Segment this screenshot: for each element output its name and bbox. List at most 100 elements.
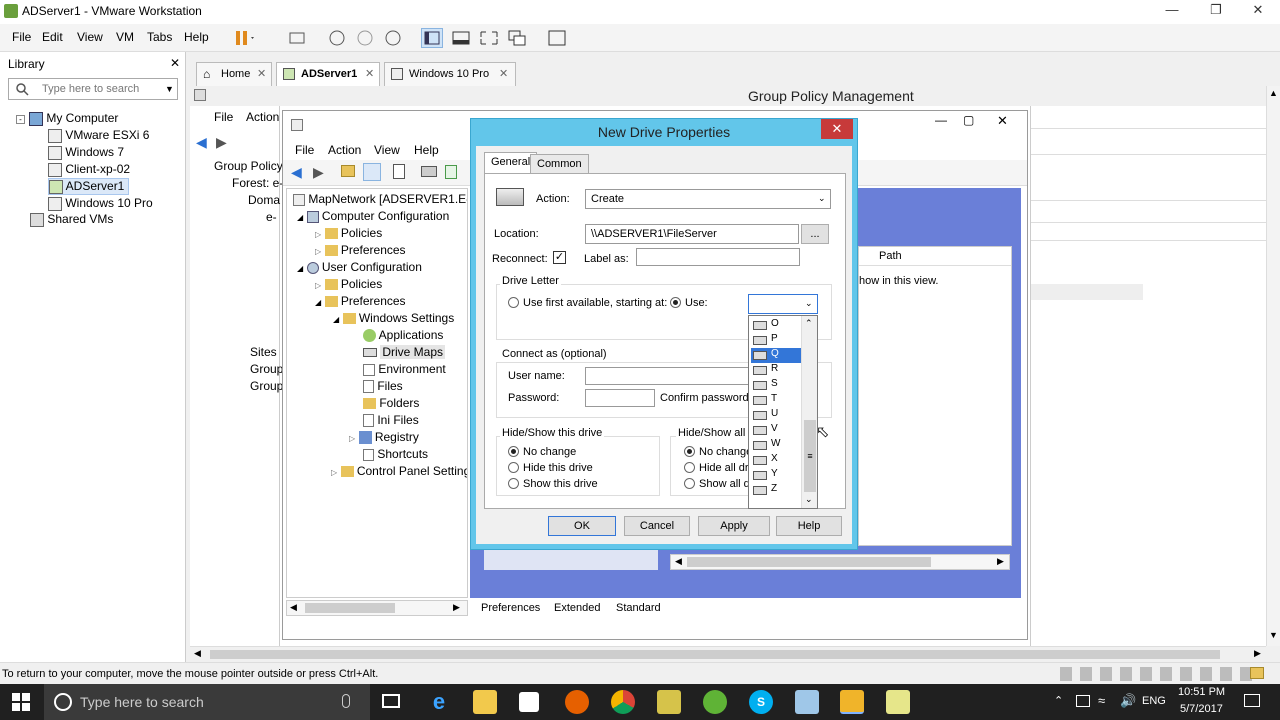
drive-letter-option[interactable]: O (751, 318, 801, 333)
close-button[interactable]: ✕ (1238, 2, 1278, 22)
gpe-tree-item[interactable]: ▷ Preferences (315, 243, 406, 257)
scroll-right-icon[interactable]: ▶ (1254, 648, 1261, 659)
all-no-change-radio[interactable]: No change (684, 446, 752, 458)
drive-letter-dropdown-list[interactable]: O P Q R S T U V W X Y Z ⌃ ≡ ⌄ (748, 315, 818, 509)
network-icon[interactable] (1076, 695, 1090, 707)
tree-item-vm[interactable]: Client-xp-02 (48, 162, 130, 177)
gpm-tree-item[interactable]: e- (266, 210, 277, 224)
chevron-down-icon[interactable]: ▼ (165, 84, 174, 94)
snapshot-icon[interactable] (326, 28, 348, 48)
drive-letter-option[interactable]: Z (751, 483, 801, 498)
gpm-tree-item[interactable]: Sites (250, 345, 277, 359)
up-folder-icon[interactable] (341, 165, 355, 177)
gpe-tree-item[interactable]: Files (363, 379, 403, 394)
menu-edit[interactable]: Edit (42, 30, 63, 44)
list-hscrollbar[interactable]: ◀ ▶ (670, 554, 1010, 570)
gpe-tree-item[interactable]: ◢ Preferences (315, 294, 406, 308)
tree-item-vm[interactable]: Windows 7 (48, 145, 124, 160)
gpm-tree-item[interactable]: Doma (248, 193, 280, 207)
scroll-right-icon[interactable]: ▶ (997, 556, 1004, 567)
collapsed-arrow-icon[interactable]: ▷ (349, 434, 355, 443)
console-view-icon[interactable] (450, 28, 472, 48)
show-tree-icon[interactable] (363, 163, 381, 181)
scroll-up-icon[interactable]: ▲ (1269, 88, 1278, 98)
show-this-drive-radio[interactable]: Show this drive (508, 478, 598, 490)
scroll-left-icon[interactable]: ◀ (194, 648, 201, 659)
print-icon[interactable] (421, 166, 437, 177)
device-icons[interactable] (1060, 667, 1260, 681)
tab-close-icon[interactable]: ✕ (257, 67, 266, 80)
menu-view[interactable]: View (77, 30, 103, 44)
start-windows-icon[interactable] (12, 693, 30, 714)
drive-letter-option[interactable]: S (751, 378, 801, 393)
unity-icon[interactable] (506, 28, 528, 48)
restore-button[interactable]: ❐ (1196, 2, 1236, 22)
clock-date[interactable]: 5/7/2017 (1180, 703, 1223, 715)
gpe-tree-item[interactable]: Ini Files (363, 413, 419, 428)
menu-tabs[interactable]: Tabs (147, 30, 172, 44)
drive-letter-option-selected[interactable]: Q (751, 348, 801, 363)
hide-this-drive-radio[interactable]: Hide this drive (508, 462, 593, 474)
gpe-menu-help[interactable]: Help (414, 143, 439, 157)
gpe-tree-item[interactable]: ◢ User Configuration (297, 260, 422, 274)
scroll-thumb[interactable]: ≡ (804, 420, 816, 492)
drive-letter-option[interactable]: P (751, 333, 801, 348)
tab-standard[interactable]: Standard (616, 602, 661, 614)
browse-button[interactable]: ... (801, 224, 829, 244)
no-change-radio[interactable]: No change (508, 446, 576, 458)
app-icon[interactable] (795, 690, 819, 714)
collapsed-arrow-icon[interactable]: ▷ (315, 281, 321, 290)
minimize-button[interactable]: — (1152, 2, 1192, 22)
tree-item-vm[interactable]: VMware ESXi 6 (48, 128, 149, 143)
file-explorer-icon[interactable] (473, 690, 497, 714)
task-view-icon[interactable] (382, 694, 400, 708)
dialog-close-button[interactable]: ✕ (821, 119, 853, 139)
revert-snapshot-icon[interactable] (354, 28, 376, 48)
tab-windows-10-pro[interactable]: Windows 10 Pro ✕ (384, 62, 516, 86)
gpe-tree-item[interactable]: Environment (363, 362, 446, 376)
fullscreen-icon[interactable] (478, 28, 500, 48)
drive-letter-option[interactable]: W (751, 438, 801, 453)
ok-button[interactable]: OK (548, 516, 616, 536)
location-input[interactable]: \\ADSERVER1\FileServer (585, 224, 799, 244)
drive-letter-option[interactable]: T (751, 393, 801, 408)
help-button[interactable]: Help (776, 516, 842, 536)
menu-help[interactable]: Help (184, 30, 209, 44)
gpm-tree-item[interactable]: Group (250, 362, 283, 376)
gpe-tree-item[interactable]: Shortcuts (363, 447, 428, 461)
collapsed-arrow-icon[interactable]: ▷ (315, 247, 321, 256)
refresh-icon[interactable] (445, 165, 457, 179)
gpm-tree-item[interactable]: Group (250, 379, 283, 393)
tree-item-shared-vms[interactable]: Shared VMs (30, 212, 113, 227)
label-as-input[interactable] (636, 248, 800, 266)
gpe-menu-action[interactable]: Action (328, 143, 361, 157)
utorrent-icon[interactable] (703, 690, 727, 714)
skype-icon[interactable]: S (749, 690, 773, 714)
chrome-icon[interactable] (611, 690, 635, 714)
tree-item-vm-selected[interactable]: ADServer1 (48, 178, 130, 195)
pause-icon[interactable] (232, 28, 254, 48)
show-all-drives-radio[interactable]: Show all dr (684, 478, 753, 490)
scroll-thumb[interactable] (687, 557, 931, 567)
gpe-tree-item[interactable]: ▷ Control Panel Setting (331, 464, 467, 478)
reconnect-checkbox[interactable]: ✓ (553, 251, 566, 264)
tree-item-my-computer[interactable]: - My Computer (16, 111, 118, 126)
tab-home[interactable]: ⌂ Home ✕ (196, 62, 272, 86)
gpe-tree-item-selected[interactable]: Drive Maps (363, 345, 446, 359)
library-close-icon[interactable]: ✕ (170, 56, 180, 70)
tab-common[interactable]: Common (530, 154, 589, 174)
gpe-tree-item[interactable]: ◢ Computer Configuration (297, 209, 449, 223)
gpe-tree-item[interactable]: ▷ Policies (315, 226, 382, 240)
library-view-icon[interactable] (421, 28, 443, 48)
tray-chevron-icon[interactable]: ⌃ (1054, 694, 1063, 707)
tree-hscrollbar-row[interactable]: ◀ ▶ (286, 600, 468, 616)
clock-time[interactable]: 10:51 PM (1178, 686, 1225, 698)
vmware-taskbar-icon[interactable] (840, 690, 864, 714)
chevron-down-icon[interactable]: ⌄ (818, 193, 826, 204)
drive-letter-option[interactable]: Y (751, 468, 801, 483)
drive-letter-option[interactable]: R (751, 363, 801, 378)
tab-adserver1[interactable]: ADServer1 ✕ (276, 62, 380, 86)
gpm-tree-item[interactable]: Group Policy (214, 159, 283, 173)
guest-scrollbar[interactable]: ▲ ▼ (1266, 86, 1280, 646)
tab-preferences[interactable]: Preferences (478, 602, 544, 614)
